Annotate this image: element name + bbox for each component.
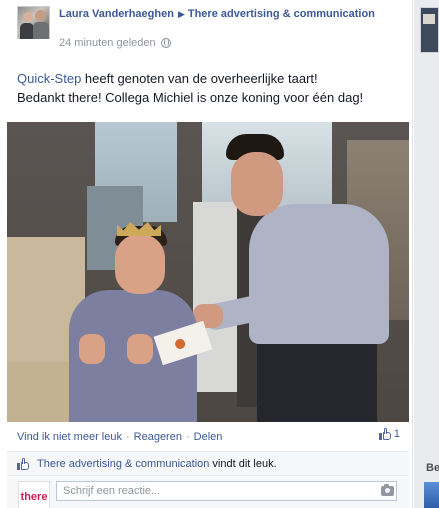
news-feed-post: Laura Vanderhaeghen ▶ There advertising & … (0, 0, 413, 508)
caption-text: heeft genoten van de overheerlijke taart… (81, 71, 318, 86)
unlike-link[interactable]: Vind ik niet meer leuk (17, 431, 122, 443)
globe-icon[interactable] (160, 38, 171, 48)
comment-composer: there (7, 477, 409, 508)
caption-line-2: Bedankt there! Collega Michiel is onze k… (17, 90, 364, 105)
post-actions: Vind ik niet meer leuk · Reageren · Dele… (17, 428, 400, 443)
like-count-value: 1 (393, 428, 400, 440)
commenter-avatar[interactable]: there (18, 481, 50, 508)
liker-link[interactable]: There advertising & communication (37, 458, 209, 470)
comment-link[interactable]: Reageren (134, 431, 182, 443)
author-avatar[interactable] (17, 6, 50, 39)
post-meta: 24 minuten geleden (59, 37, 171, 49)
post-author-line: Laura Vanderhaeghen ▶ There advertising & … (59, 8, 379, 21)
target-page-link[interactable]: There advertising & communication (188, 8, 375, 20)
author-name-link[interactable]: Laura Vanderhaeghen (59, 8, 174, 20)
arrow-right-icon: ▶ (177, 9, 185, 19)
thumbs-up-icon (17, 457, 29, 470)
post-caption: Quick-Step heeft genoten van de overheer… (17, 69, 409, 107)
thumbs-up-icon (378, 428, 391, 440)
sidebar-thumbnail[interactable] (424, 482, 439, 508)
ticker-thumbnail[interactable] (420, 7, 439, 53)
mention-link[interactable]: Quick-Step (17, 71, 81, 86)
sidebar-label: Be (426, 462, 439, 474)
comment-input[interactable] (56, 481, 397, 501)
camera-icon[interactable] (381, 484, 394, 496)
post-photo[interactable] (7, 122, 409, 422)
right-sidebar: Be (414, 0, 439, 508)
post-header: Laura Vanderhaeghen ▶ There advertising & … (17, 6, 407, 54)
like-count[interactable]: 1 (378, 428, 400, 440)
post-timestamp[interactable]: 24 minuten geleden (59, 37, 156, 49)
likes-suffix: vindt dit leuk. (212, 457, 277, 470)
likes-summary: There advertising & communication vindt … (7, 451, 409, 476)
share-link[interactable]: Delen (194, 431, 223, 443)
